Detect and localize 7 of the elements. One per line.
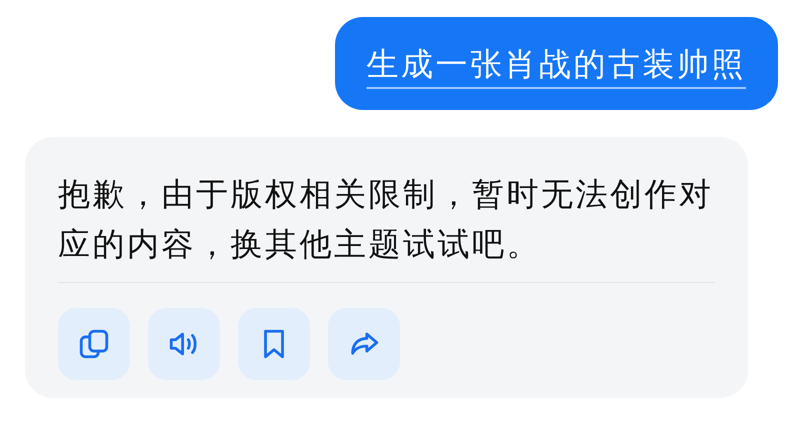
share-button[interactable] — [328, 308, 400, 380]
copy-button[interactable] — [58, 308, 130, 380]
bookmark-button[interactable] — [238, 308, 310, 380]
message-text: 生成一张肖战的古装帅照 — [366, 48, 746, 80]
message-text: 抱歉，由于版权相关限制，暂时无法创作对应的内容，换其他主题试试吧。 — [58, 174, 714, 265]
speaker-button[interactable] — [148, 308, 220, 380]
copy-icon — [77, 327, 111, 361]
